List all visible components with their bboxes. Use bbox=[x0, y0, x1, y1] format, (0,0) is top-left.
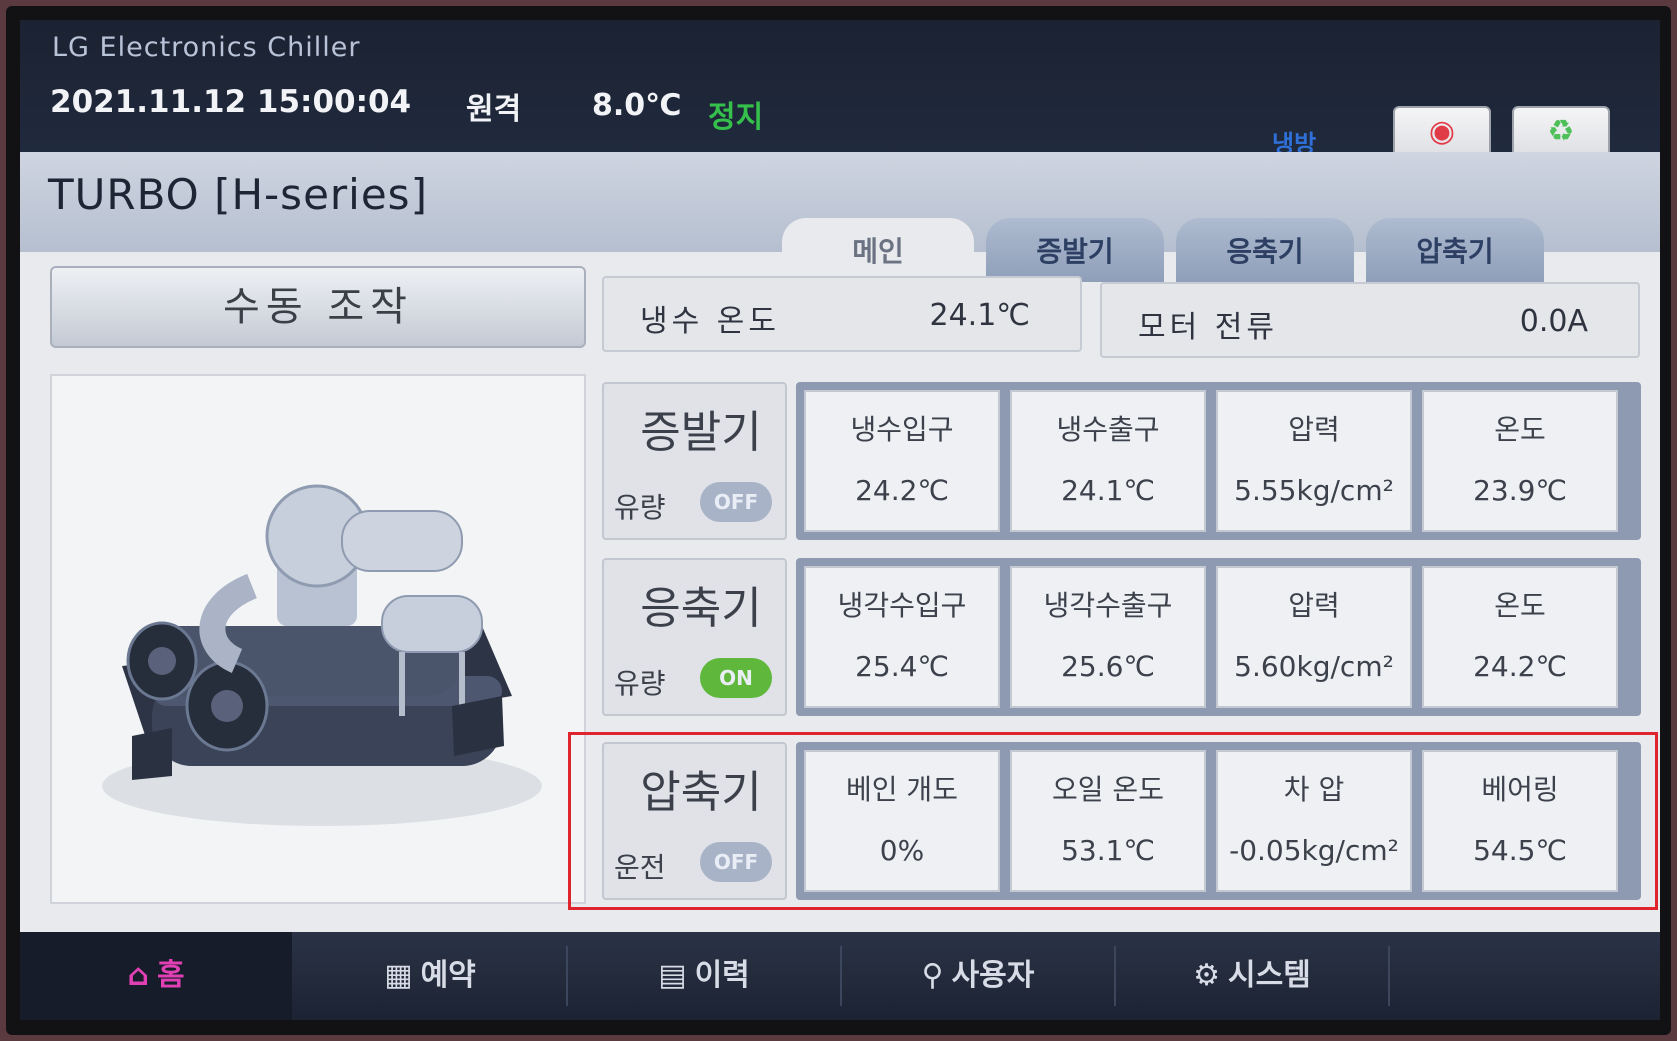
model-title: TURBO [H-series] bbox=[48, 170, 428, 219]
datetime: 2021.11.12 15:00:04 bbox=[50, 84, 412, 120]
nav-user-label: 사용자 bbox=[951, 958, 1035, 993]
evaporator-cell-outlet: 냉수출구 24.1℃ bbox=[1010, 390, 1206, 532]
status-bar: LG Electronics Chiller 2021.11.12 15:00:… bbox=[20, 20, 1660, 190]
manual-control-button[interactable]: 수동 조작 bbox=[50, 266, 586, 348]
motor-current-value: 0.0A bbox=[1519, 304, 1588, 339]
evaporator-cell-temperature: 온도 23.9℃ bbox=[1422, 390, 1618, 532]
cell-title: 냉각수입구 bbox=[837, 589, 967, 622]
nav-system-label: 시스템 bbox=[1228, 958, 1311, 993]
cell-value: 25.4℃ bbox=[855, 650, 949, 683]
cell-value: 5.55kg/cm² bbox=[1234, 474, 1394, 507]
cell-title: 냉수출구 bbox=[1056, 413, 1160, 446]
calendar-icon: ▦ bbox=[384, 958, 413, 993]
cell-value: 23.9℃ bbox=[1473, 474, 1567, 507]
cell-value: 25.6℃ bbox=[1061, 650, 1155, 683]
cell-value: 24.1℃ bbox=[1061, 474, 1155, 507]
cell-value: 24.2℃ bbox=[855, 474, 949, 507]
user-icon: ⚲ bbox=[921, 958, 944, 993]
condenser-title: 응축기 bbox=[640, 583, 762, 634]
nav-history[interactable]: ▤ 이력 bbox=[568, 932, 840, 1020]
stop-icon: ◉ bbox=[1428, 114, 1456, 149]
cell-title: 온도 bbox=[1494, 413, 1546, 446]
cell-title: 냉수입구 bbox=[850, 413, 954, 446]
evaporator-flow-label: 유량 bbox=[614, 491, 666, 524]
condenser-flow-label: 유량 bbox=[614, 667, 666, 700]
nav-system[interactable]: ⚙ 시스템 bbox=[1116, 932, 1388, 1020]
control-mode: 원격 bbox=[466, 92, 522, 127]
tab-condenser[interactable]: 응축기 bbox=[1176, 218, 1354, 282]
evaporator-flow-status-badge: OFF bbox=[700, 482, 772, 522]
evaporator-cell-pressure: 압력 5.55kg/cm² bbox=[1216, 390, 1412, 532]
evaporator-header: 증발기 유량 OFF bbox=[602, 382, 787, 540]
condenser-values: 냉각수입구 25.4℃ 냉각수출구 25.6℃ 압력 5.60kg/cm² 온도 24.… bbox=[796, 558, 1641, 716]
chiller-image bbox=[50, 374, 586, 904]
condenser-flow-status-badge: ON bbox=[700, 658, 772, 698]
evaporator-cell-inlet: 냉수입구 24.2℃ bbox=[804, 390, 1000, 532]
tab-evaporator[interactable]: 증발기 bbox=[986, 218, 1164, 282]
monitor-bezel: LG Electronics Chiller 2021.11.12 15:00:… bbox=[6, 6, 1671, 1035]
bottom-nav: ⌂ 홈 ▦ 예약 ▤ 이력 ⚲ 사용자 ⚙ 시스템 bbox=[20, 932, 1660, 1020]
nav-reservation[interactable]: ▦ 예약 bbox=[294, 932, 566, 1020]
compressor-highlight-box bbox=[568, 732, 1658, 910]
condenser-cell-inlet: 냉각수입구 25.4℃ bbox=[804, 566, 1000, 708]
tab-main[interactable]: 메인 bbox=[782, 218, 974, 282]
condenser-cell-temperature: 온도 24.2℃ bbox=[1422, 566, 1618, 708]
run-icon: ♻ bbox=[1547, 114, 1575, 149]
home-icon: ⌂ bbox=[127, 958, 149, 993]
evaporator-values: 냉수입구 24.2℃ 냉수출구 24.1℃ 압력 5.55kg/cm² 온도 23.9℃ bbox=[796, 382, 1641, 540]
hmi-screen: LG Electronics Chiller 2021.11.12 15:00:… bbox=[20, 20, 1660, 1020]
setpoint-temperature: 8.0℃ bbox=[592, 88, 682, 123]
operation-status: 정지 bbox=[708, 100, 764, 135]
cell-title: 냉각수출구 bbox=[1043, 589, 1173, 622]
motor-current-box: 모터 전류 0.0A bbox=[1100, 282, 1640, 358]
evaporator-title: 증발기 bbox=[640, 407, 762, 458]
condenser-cell-pressure: 압력 5.60kg/cm² bbox=[1216, 566, 1412, 708]
cell-value: 24.2℃ bbox=[1473, 650, 1567, 683]
gear-icon: ⚙ bbox=[1193, 958, 1221, 993]
nav-home[interactable]: ⌂ 홈 bbox=[20, 932, 292, 1020]
nav-home-label: 홈 bbox=[156, 958, 185, 993]
title-bar: TURBO [H-series] 메인 증발기 응축기 압축기 bbox=[20, 152, 1660, 282]
history-icon: ▤ bbox=[658, 958, 687, 993]
tab-compressor[interactable]: 압축기 bbox=[1366, 218, 1544, 282]
chiller-illustration bbox=[102, 484, 542, 826]
chilled-water-temp-label: 냉수 온도 bbox=[640, 304, 780, 339]
cell-title: 온도 bbox=[1494, 589, 1546, 622]
nav-reservation-label: 예약 bbox=[420, 958, 476, 993]
nav-divider bbox=[1388, 946, 1390, 1006]
cell-title: 압력 bbox=[1288, 413, 1340, 446]
cell-value: 5.60kg/cm² bbox=[1234, 650, 1394, 683]
nav-user[interactable]: ⚲ 사용자 bbox=[842, 932, 1114, 1020]
cell-title: 압력 bbox=[1288, 589, 1340, 622]
condenser-cell-outlet: 냉각수출구 25.6℃ bbox=[1010, 566, 1206, 708]
motor-current-label: 모터 전류 bbox=[1138, 310, 1278, 345]
condenser-header: 응축기 유량 ON bbox=[602, 558, 787, 716]
brand-label: LG Electronics Chiller bbox=[52, 32, 361, 63]
chilled-water-temp-box: 냉수 온도 24.1℃ bbox=[602, 276, 1082, 352]
nav-history-label: 이력 bbox=[694, 958, 750, 993]
chilled-water-temp-value: 24.1℃ bbox=[929, 298, 1031, 333]
